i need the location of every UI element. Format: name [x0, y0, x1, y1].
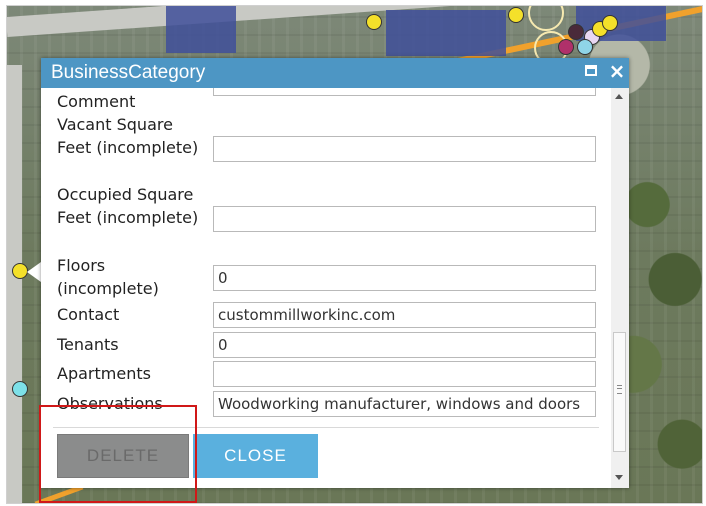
map-point-marker[interactable] [12, 381, 28, 397]
vacant-square-feet-label: Vacant Square Feet (incomplete) [57, 115, 199, 157]
vacant-square-feet-field[interactable] [213, 136, 596, 162]
map-marker-ring [528, 5, 564, 31]
map-point-marker[interactable] [508, 7, 524, 23]
form-scrollbar[interactable] [611, 88, 629, 488]
map-point-marker[interactable] [577, 39, 593, 55]
close-button[interactable]: CLOSE [193, 434, 318, 478]
scroll-grip-icon [617, 385, 622, 394]
tenants-label: Tenants [57, 335, 119, 354]
scroll-up-arrow-icon[interactable] [615, 94, 623, 99]
floors-field[interactable]: 0 [213, 265, 596, 291]
tenants-field[interactable]: 0 [213, 332, 596, 358]
map-point-marker[interactable] [602, 15, 618, 31]
occupied-square-feet-label: Occupied Square Feet (incomplete) [57, 185, 199, 227]
occupied-square-feet-field[interactable] [213, 206, 596, 232]
maximize-icon[interactable] [585, 65, 597, 76]
delete-highlight-annotation [39, 405, 197, 503]
map-point-marker[interactable] [568, 24, 584, 40]
floors-label: Floors (incomplete) [57, 256, 159, 298]
apartments-field[interactable] [213, 361, 596, 387]
scrollbar-thumb[interactable] [613, 332, 626, 452]
map-point-marker[interactable] [558, 39, 574, 55]
dialog-titlebar[interactable]: BusinessCategory × [41, 58, 629, 88]
apartments-label: Apartments [57, 364, 151, 383]
map-road [6, 65, 22, 504]
map-point-marker[interactable] [366, 14, 382, 30]
popup-pointer [27, 262, 41, 282]
scroll-down-arrow-icon[interactable] [615, 475, 623, 480]
map-point-marker[interactable] [12, 263, 28, 279]
map-building [166, 5, 236, 53]
dialog-title: BusinessCategory [51, 62, 206, 83]
map-building [386, 10, 506, 56]
comment-field[interactable] [213, 88, 596, 96]
comment-label: Comment [57, 92, 136, 111]
contact-field[interactable]: custommillworkinc.com [213, 302, 596, 328]
contact-label: Contact [57, 305, 120, 324]
observations-field[interactable]: Woodworking manufacturer, windows and do… [213, 391, 596, 417]
close-icon[interactable]: × [607, 59, 627, 83]
